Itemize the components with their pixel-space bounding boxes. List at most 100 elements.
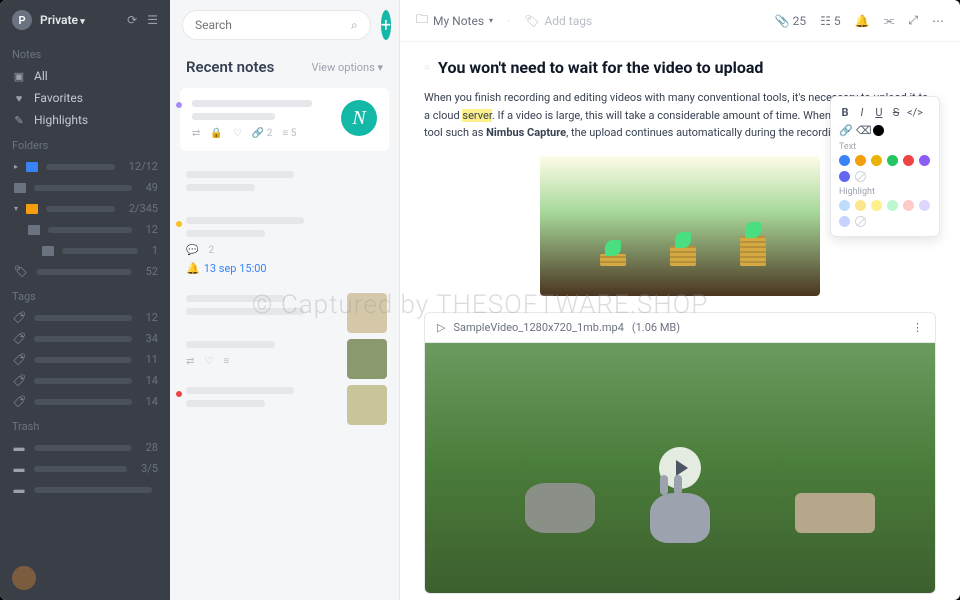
note-card[interactable]: ⇄♡≡ [170, 331, 399, 377]
note-thumbnail [347, 385, 387, 425]
note-card[interactable]: ⇄🔒♡🔗 2≡ 5 N [180, 88, 389, 151]
note-thumbnail [347, 339, 387, 379]
clear-format-button[interactable]: ⌫ [856, 124, 868, 137]
trash-item[interactable]: ▬28 [0, 437, 170, 458]
sidebar-header: P Private ⟳ ☰ [0, 0, 170, 40]
video-icon: ▷ [437, 321, 445, 334]
note-card[interactable] [170, 161, 399, 207]
color-swatch[interactable] [919, 155, 930, 166]
note-thumbnail [347, 293, 387, 333]
video-preview[interactable] [425, 343, 935, 593]
note-avatar: N [341, 100, 377, 136]
color-swatch[interactable] [903, 155, 914, 166]
code-button[interactable]: </> [907, 106, 919, 119]
expand-button[interactable]: ⤢ [908, 13, 918, 28]
color-swatch[interactable] [871, 155, 882, 166]
breadcrumb[interactable]: 🗀My Notes▾ [416, 10, 493, 31]
color-none[interactable] [855, 171, 866, 182]
notelist-header: Recent notes View options ▾ [170, 50, 399, 88]
color-swatch[interactable] [839, 216, 850, 227]
color-swatch[interactable] [839, 155, 850, 166]
note-card[interactable] [170, 285, 399, 331]
note-card[interactable]: 💬2 🔔13 sep 15:00 [170, 207, 399, 285]
menu-icon[interactable]: ☰ [147, 13, 158, 27]
tag-icon: 🏷 [13, 353, 26, 367]
folder-item[interactable]: 🏷52 [0, 261, 170, 282]
folder-item[interactable]: ▾2/345 [0, 198, 170, 219]
search-icon: ⌕ [351, 18, 358, 33]
checklist-icon: ☷ [820, 14, 831, 28]
add-tags-button[interactable]: 🏷Add tags [524, 14, 592, 28]
tag-icon: 🏷 [13, 311, 26, 325]
tag-item[interactable]: 🏷14 [0, 391, 170, 412]
folder-item[interactable]: 49 [0, 177, 170, 198]
color-swatch[interactable] [887, 200, 898, 211]
section-trash: Trash [0, 412, 170, 437]
color-swatch[interactable] [839, 200, 850, 211]
workspace-avatar[interactable]: P [12, 10, 32, 30]
sidebar-footer [0, 556, 170, 600]
color-swatch[interactable] [887, 155, 898, 166]
view-options-dropdown[interactable]: View options ▾ [311, 61, 383, 74]
video-menu-button[interactable]: ⋮ [912, 321, 923, 334]
color-swatch[interactable] [839, 171, 850, 182]
color-swatch[interactable] [919, 200, 930, 211]
todos-counter[interactable]: ☷5 [820, 14, 841, 28]
tag-icon: 🏷 [13, 332, 26, 346]
sidebar-item-highlights[interactable]: ✎Highlights [0, 109, 170, 131]
tag-icon: 🏷 [13, 374, 26, 388]
sidebar-item-favorites[interactable]: ♥Favorites [0, 87, 170, 109]
highlight-color-label: Highlight [837, 185, 933, 197]
link-button[interactable]: 🔗 [839, 124, 851, 137]
video-block: ▷ SampleVideo_1280x720_1mb.mp4 (1.06 MB)… [424, 312, 936, 594]
workspace-switcher[interactable]: Private [40, 13, 119, 27]
folder-icon [26, 204, 38, 214]
color-swatch[interactable] [855, 200, 866, 211]
highlighted-text: server [462, 109, 492, 122]
color-swatch[interactable] [855, 155, 866, 166]
video-size: (1.06 MB) [632, 321, 680, 334]
strike-button[interactable]: S [890, 106, 902, 119]
italic-button[interactable]: I [856, 106, 868, 119]
highlight-color-row [837, 197, 933, 230]
color-none[interactable] [855, 216, 866, 227]
tag-item[interactable]: 🏷34 [0, 328, 170, 349]
trash-item[interactable]: ▬3/5 [0, 458, 170, 479]
search-input[interactable]: ⌕ [182, 10, 371, 40]
folder-icon [42, 246, 54, 256]
current-color[interactable] [873, 125, 884, 136]
note-list-panel: ⌕ + Recent notes View options ▾ ⇄🔒♡🔗 2≡ … [170, 0, 400, 600]
tag-item[interactable]: 🏷14 [0, 370, 170, 391]
note-title[interactable]: You won't need to wait for the video to … [424, 58, 936, 77]
color-swatch[interactable] [903, 200, 914, 211]
sync-icon[interactable]: ⟳ [127, 13, 137, 27]
folder-icon [28, 225, 40, 235]
video-scenery [525, 483, 595, 533]
video-filename: SampleVideo_1280x720_1mb.mp4 [453, 321, 623, 334]
note-card[interactable] [170, 377, 399, 423]
share-button[interactable]: ⫘ [884, 13, 895, 28]
image-block[interactable] [540, 156, 820, 296]
tag-item[interactable]: 🏷12 [0, 307, 170, 328]
folder-item[interactable]: 12 [0, 219, 170, 240]
sidebar: P Private ⟳ ☰ Notes ▣All ♥Favorites ✎Hig… [0, 0, 170, 600]
section-folders: Folders [0, 131, 170, 156]
reminder-button[interactable]: 🔔 [855, 14, 870, 28]
search-field[interactable] [195, 18, 351, 32]
color-swatch[interactable] [871, 200, 882, 211]
notelist-title: Recent notes [186, 58, 274, 76]
highlight-icon: ✎ [12, 114, 26, 127]
bold-button[interactable]: B [839, 106, 851, 119]
more-icon: ⋯ [932, 14, 944, 28]
user-avatar[interactable] [12, 566, 36, 590]
formatting-popover: B I U S </> 🔗 ⌫ Text Highlight [830, 96, 940, 237]
tag-item[interactable]: 🏷11 [0, 349, 170, 370]
folder-item[interactable]: 1 [0, 240, 170, 261]
sidebar-item-all[interactable]: ▣All [0, 65, 170, 87]
more-button[interactable]: ⋯ [932, 14, 944, 28]
folder-item[interactable]: ▸12/12 [0, 156, 170, 177]
attachments-counter[interactable]: 📎25 [775, 14, 806, 28]
underline-button[interactable]: U [873, 106, 885, 119]
trash-item[interactable]: ▬ [0, 479, 170, 500]
add-note-button[interactable]: + [381, 10, 391, 40]
